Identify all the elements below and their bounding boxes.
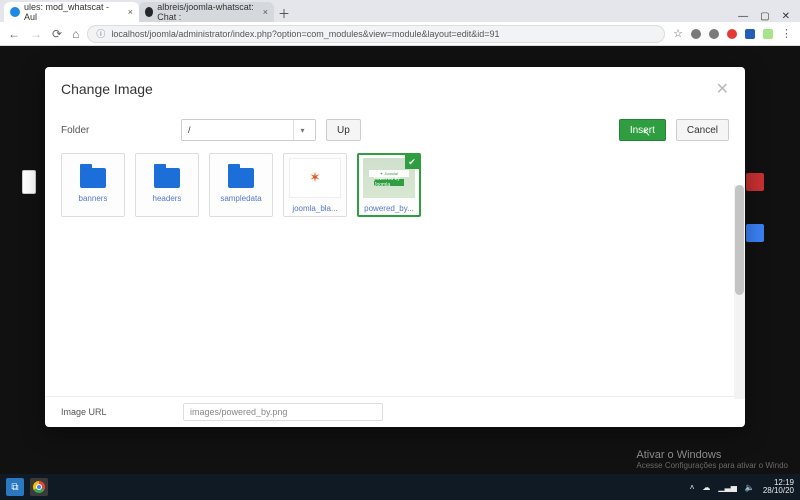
windows-activation-watermark: Ativar o Windows Acesse Configurações pa… [636,449,788,470]
folder-icon [80,168,106,188]
modal-close-button[interactable]: ✕ [716,79,729,99]
up-button[interactable]: Up [326,119,361,141]
checkmark-icon: ✔ [405,155,419,169]
image-item[interactable]: ✶ joomla_bla... [283,153,347,217]
cursor-icon: ↖ [642,128,650,139]
system-tray: ˄ ☁ ▁▃▅ 🔈 12:19 28/10/20 [690,479,794,496]
image-thumbnail: ✶ [289,158,341,198]
browser-tab-strip: ules: mod_whatscat - Aul × albreis/jooml… [0,0,800,22]
image-item-selected[interactable]: ✔ ✶ Joomla! powered by Joomla powered_by… [357,153,421,217]
folder-item[interactable]: banners [61,153,125,217]
tab-title: ules: mod_whatscat - Aul [24,2,124,22]
tab-title: albreis/joomla-whatscat: Chat : [157,2,258,22]
background-ui-fragment [746,173,764,191]
clock-date: 28/10/20 [763,487,794,495]
folder-label: banners [79,194,108,203]
minimize-button[interactable]: — [738,11,748,22]
new-tab-button[interactable]: ＋ [274,4,294,22]
watermark-subtitle: Acesse Configurações para ativar o Windo [636,461,788,470]
joomla-logo-icon: ✶ [309,169,321,186]
close-icon[interactable]: × [263,7,268,17]
close-window-button[interactable]: ✕ [782,11,790,22]
tray-chevron-icon[interactable]: ˄ [690,483,695,492]
image-label: powered_by... [364,204,414,213]
taskbar-clock[interactable]: 12:19 28/10/20 [763,479,794,496]
bookmark-star-icon[interactable]: ☆ [673,27,683,40]
wifi-icon[interactable]: ▁▃▅ [718,483,736,492]
reload-icon[interactable]: ⟳ [52,27,62,41]
extension-icon[interactable] [709,29,719,39]
extension-icon[interactable] [727,29,737,39]
scrollbar-thumb[interactable] [735,185,744,295]
insert-button[interactable]: Insert ↖ [619,119,666,141]
chevron-down-icon: ▾ [293,120,311,140]
address-text: localhost/joomla/administrator/index.php… [111,29,499,39]
window-controls: — ▢ ✕ [728,11,800,22]
tab-favicon [145,7,153,17]
browser-menu-icon[interactable]: ⋮ [781,27,792,40]
taskbar-app-vscode[interactable]: ⧉ [6,478,24,496]
background-ui-fragment [746,224,764,242]
change-image-modal: Change Image ✕ Folder / ▾ Up Insert ↖ Ca… [45,67,745,427]
tab-favicon [10,7,20,17]
cancel-button[interactable]: Cancel [676,119,729,141]
folder-dropdown[interactable]: / ▾ [181,119,316,141]
modal-scrollbar[interactable] [734,185,745,399]
folder-item[interactable]: headers [135,153,199,217]
site-info-icon[interactable]: ⓘ [96,27,105,40]
extension-icon[interactable] [691,29,701,39]
browser-tab-inactive[interactable]: albreis/joomla-whatscat: Chat : × [139,2,274,22]
watermark-title: Ativar o Windows [636,449,788,461]
maximize-button[interactable]: ▢ [760,11,769,22]
browser-tab-active[interactable]: ules: mod_whatscat - Aul × [4,2,139,22]
folder-item[interactable]: sampledata [209,153,273,217]
extension-icon[interactable] [763,29,773,39]
volume-icon[interactable]: 🔈 [745,483,755,492]
background-ui-fragment [22,170,36,194]
home-icon[interactable]: ⌂ [72,27,79,41]
folder-label: sampledata [220,194,261,203]
folder-icon [154,168,180,188]
extension-icon[interactable] [745,29,755,39]
folder-label: headers [153,194,182,203]
folder-label: Folder [61,125,171,136]
media-gallery: banners headers sampledata ✶ joomla_bla.… [45,149,745,396]
folder-icon [228,168,254,188]
address-bar[interactable]: ⓘ localhost/joomla/administrator/index.p… [87,25,665,43]
back-icon[interactable]: ← [8,27,20,41]
media-toolbar: Folder / ▾ Up Insert ↖ Cancel [45,109,745,149]
image-url-label: Image URL [61,407,161,417]
close-icon[interactable]: × [128,7,133,17]
cloud-icon[interactable]: ☁ [702,483,710,492]
forward-icon[interactable]: → [30,27,42,41]
browser-toolbar: ← → ⟳ ⌂ ⓘ localhost/joomla/administrator… [0,22,800,46]
image-url-row: Image URL [45,396,745,427]
taskbar-app-chrome[interactable] [30,478,48,496]
windows-taskbar: ⧉ ˄ ☁ ▁▃▅ 🔈 12:19 28/10/20 [0,474,800,500]
image-label: joomla_bla... [292,204,337,213]
folder-dropdown-value: / [188,125,191,135]
modal-title: Change Image [61,81,153,97]
image-url-input[interactable] [183,403,383,421]
